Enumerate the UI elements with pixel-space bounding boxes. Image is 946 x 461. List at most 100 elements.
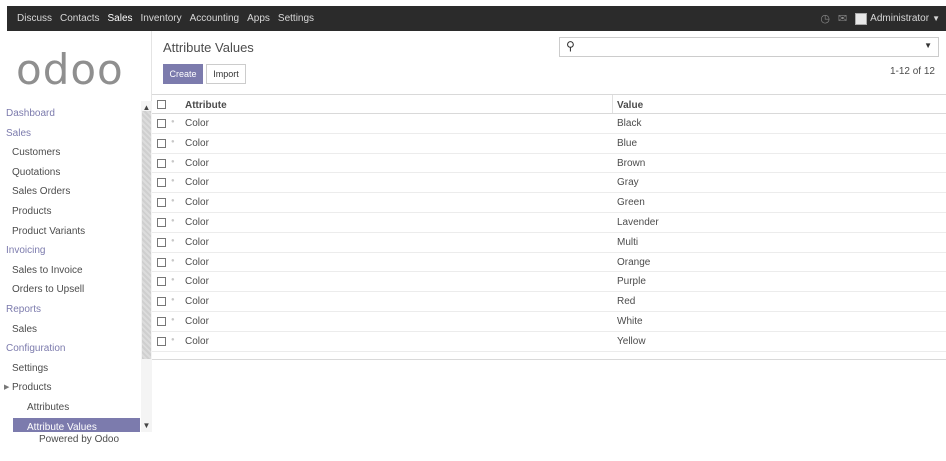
drag-handle-icon[interactable]: ●	[171, 317, 175, 323]
column-header-value[interactable]: Value	[617, 100, 643, 111]
sidebar-item-attributes[interactable]: Attributes	[0, 398, 141, 418]
cell-value: Brown	[617, 157, 646, 169]
create-button[interactable]: Create	[163, 64, 203, 84]
sidebar-item-label: Products	[12, 382, 52, 394]
sidebar-item-label: Configuration	[6, 343, 66, 355]
table-row[interactable]: ● Color Red	[152, 292, 946, 312]
cell-value: White	[617, 315, 643, 327]
table-row[interactable]: ● Color Multi	[152, 233, 946, 253]
row-checkbox[interactable]	[157, 237, 166, 247]
menu-item-inventory[interactable]: Inventory	[141, 13, 182, 24]
row-checkbox[interactable]	[157, 198, 166, 208]
user-menu[interactable]: Administrator	[870, 13, 929, 24]
drag-handle-icon[interactable]: ●	[171, 178, 175, 184]
cell-attribute: Color	[185, 296, 209, 308]
sidebar-item-products[interactable]: Products	[0, 202, 141, 222]
sidebar-item-label: Product Variants	[12, 225, 86, 237]
menu-item-settings[interactable]: Settings	[278, 13, 314, 24]
sidebar-item-products-expand[interactable]: ▶ Products	[0, 378, 141, 398]
drag-handle-icon[interactable]: ●	[171, 337, 175, 343]
column-header-attribute[interactable]: Attribute	[185, 100, 227, 111]
odoo-logo[interactable]: odoo	[16, 45, 124, 94]
cell-value: Orange	[617, 256, 651, 268]
sidebar-item-label: Sales	[12, 323, 38, 335]
drag-handle-icon[interactable]: ●	[171, 198, 175, 204]
powered-by[interactable]: Powered by Odoo	[0, 432, 152, 461]
drag-handle-icon[interactable]: ●	[171, 297, 175, 303]
systray: ◷ ✉ Administrator ▼	[820, 6, 946, 31]
sidebar-item-quotations[interactable]: Quotations	[0, 163, 141, 183]
search-input[interactable]: ⚲ ▼	[559, 37, 939, 57]
table-row[interactable]: ● Color Lavender	[152, 213, 946, 233]
scroll-up-icon[interactable]: ▲	[141, 103, 152, 113]
row-checkbox[interactable]	[157, 316, 166, 326]
caret-right-icon[interactable]: ▶	[4, 378, 9, 398]
drag-handle-icon[interactable]: ●	[171, 238, 175, 244]
search-options-toggle[interactable]: ▼	[924, 41, 932, 50]
drag-handle-icon[interactable]: ●	[171, 258, 175, 264]
table-row[interactable]: ● Color Yellow	[152, 332, 946, 352]
table-row[interactable]: ● Color White	[152, 312, 946, 332]
row-checkbox[interactable]	[157, 119, 166, 128]
chat-icon[interactable]: ✉	[838, 12, 847, 25]
table-header: Attribute Value	[152, 94, 946, 114]
sidebar-item-sales-to-invoice[interactable]: Sales to Invoice	[0, 261, 141, 281]
sidebar-section-configuration[interactable]: Configuration	[0, 339, 141, 359]
sidebar-item-sales-orders[interactable]: Sales Orders	[0, 182, 141, 202]
sidebar-item-orders-to-upsell[interactable]: Orders to Upsell	[0, 280, 141, 300]
sidebar-item-settings[interactable]: Settings	[0, 359, 141, 379]
drag-handle-icon[interactable]: ●	[171, 218, 175, 224]
row-checkbox[interactable]	[157, 297, 166, 307]
cell-attribute: Color	[185, 118, 209, 129]
clock-icon[interactable]: ◷	[820, 12, 830, 25]
drag-handle-icon[interactable]: ●	[171, 277, 175, 283]
sidebar-section-dashboard[interactable]: Dashboard	[0, 104, 141, 124]
table-row[interactable]: ● Color Black	[152, 114, 946, 134]
page-title: Attribute Values	[163, 40, 254, 55]
table-footer	[152, 352, 946, 360]
table-row[interactable]: ● Color Gray	[152, 173, 946, 194]
sidebar-item-label: Quotations	[12, 166, 61, 178]
table-row[interactable]: ● Color Brown	[152, 154, 946, 174]
drag-handle-icon[interactable]: ●	[171, 159, 175, 165]
sidebar-section-sales[interactable]: Sales	[0, 124, 141, 144]
sidebar-item-sales[interactable]: Sales	[0, 320, 141, 340]
row-checkbox[interactable]	[157, 178, 166, 188]
sidebar-item-label: Sales	[6, 127, 32, 139]
sidebar-scroll-thumb[interactable]	[142, 111, 151, 359]
row-checkbox[interactable]	[157, 158, 166, 168]
main-navbar: Discuss Contacts Sales Inventory Accounting A…	[7, 6, 946, 31]
menu-item-accounting[interactable]: Accounting	[190, 13, 239, 24]
cell-value: Blue	[617, 137, 638, 149]
menu-item-sales[interactable]: Sales	[107, 13, 132, 24]
table-row[interactable]: ● Color Purple	[152, 272, 946, 293]
chevron-down-icon[interactable]: ▼	[932, 14, 940, 23]
row-checkbox[interactable]	[157, 217, 166, 227]
row-checkbox[interactable]	[157, 138, 166, 148]
drag-handle-icon[interactable]: ●	[171, 119, 175, 125]
avatar[interactable]	[855, 12, 868, 25]
menu-item-apps[interactable]: Apps	[247, 13, 270, 24]
table-row[interactable]: ● Color Orange	[152, 253, 946, 273]
sidebar-item-label: Orders to Upsell	[12, 284, 85, 296]
cell-attribute: Color	[185, 216, 209, 228]
drag-handle-icon[interactable]: ●	[171, 139, 175, 145]
menu-item-discuss[interactable]: Discuss	[17, 13, 52, 24]
cell-attribute: Color	[185, 197, 209, 209]
table-body: ● Color Black ● Color Blue ● Color Brown ● Color Gr…	[152, 114, 946, 352]
row-checkbox[interactable]	[157, 336, 166, 346]
sidebar-section-invoicing[interactable]: Invoicing	[0, 241, 141, 261]
menu-item-contacts[interactable]: Contacts	[60, 13, 99, 24]
import-button[interactable]: Import	[206, 64, 246, 84]
sidebar-item-customers[interactable]: Customers	[0, 143, 141, 163]
row-checkbox[interactable]	[157, 277, 166, 287]
sidebar: odoo Dashboard Sales Customers Quotations Sa…	[0, 31, 152, 461]
select-all-checkbox[interactable]	[157, 100, 166, 109]
row-checkbox[interactable]	[157, 257, 166, 267]
scroll-down-icon[interactable]: ▼	[141, 421, 152, 431]
sidebar-section-reports[interactable]: Reports	[0, 300, 141, 320]
sidebar-item-product-variants[interactable]: Product Variants	[0, 222, 141, 242]
table-row[interactable]: ● Color Blue	[152, 134, 946, 154]
table-row[interactable]: ● Color Green	[152, 193, 946, 213]
pager[interactable]: 1-12 of 12	[890, 66, 935, 77]
